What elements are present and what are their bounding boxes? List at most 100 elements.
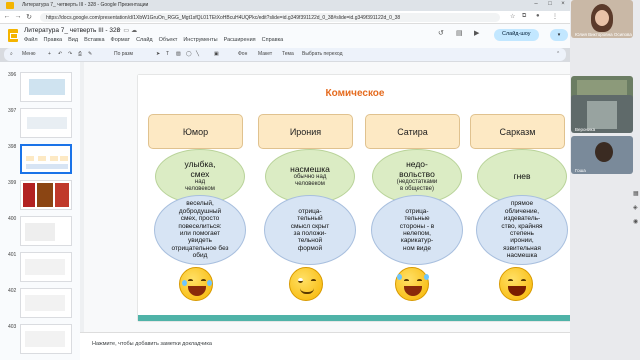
forward-icon[interactable]: → — [13, 13, 23, 20]
filmstrip-item[interactable]: 403 — [0, 322, 80, 358]
search-icon[interactable]: ⌕ — [10, 51, 13, 57]
slide-thumbnail[interactable] — [20, 252, 72, 282]
participant-tile[interactable]: Вероника — [571, 95, 633, 133]
print-icon[interactable]: ⎙ — [78, 51, 82, 57]
cloud-icon[interactable]: ☁ — [131, 28, 139, 34]
text-box-icon[interactable]: T — [166, 51, 169, 57]
slide-thumbnail[interactable] — [20, 288, 72, 318]
undo-icon[interactable]: ↶ — [58, 51, 62, 57]
menu-file[interactable]: Файл — [24, 37, 38, 43]
filmstrip-item[interactable]: 399 — [0, 178, 80, 214]
url-field[interactable]: https://docs.google.com/presentation/d/1… — [40, 13, 500, 22]
menu-slide[interactable]: Слайд — [136, 37, 153, 43]
green-ellipse-main-text: гнев — [513, 170, 531, 181]
doc-title-icons: ☆▭☁ — [116, 27, 139, 34]
rofl-emoji-icon[interactable] — [395, 267, 429, 301]
category-box-sarcasm[interactable]: Сарказм — [470, 114, 565, 149]
history-icon[interactable]: ↺ — [438, 29, 444, 37]
background-button[interactable]: Фон — [238, 51, 247, 57]
slide-number: 400 — [8, 216, 17, 222]
docs-header: Литература 7_ четверть III - 328 ☆▭☁ Фай… — [0, 24, 570, 48]
green-ellipse-main-text: насмешка — [290, 163, 330, 174]
slide-canvas[interactable]: Комическое Юмор улыбка, смех над человек… — [138, 75, 572, 321]
speaker-notes-placeholder[interactable]: Нажмите, чтобы добавить заметки докладчи… — [92, 341, 212, 347]
redo-icon[interactable]: ↷ — [68, 51, 72, 57]
menu-format[interactable]: Формат — [111, 37, 131, 43]
add-slide-icon[interactable]: + — [48, 51, 51, 57]
slide-title[interactable]: Комическое — [138, 88, 572, 99]
participant-name: Юлия Викторовна Осипова — [575, 32, 632, 37]
menu-extensions[interactable]: Расширения — [224, 37, 256, 43]
zoom-dropdown[interactable]: По разм — [114, 51, 133, 57]
tab-title[interactable]: Литература 7_ четверть III - 328 - Googl… — [22, 2, 148, 8]
category-box-humor[interactable]: Юмор — [148, 114, 243, 149]
meet-icon[interactable]: ▶ — [474, 29, 479, 37]
layout-button[interactable]: Макет — [258, 51, 272, 57]
comments-icon[interactable]: ▤ — [456, 29, 463, 37]
slide-thumbnail[interactable] — [20, 324, 72, 354]
paint-format-icon[interactable]: ✎ — [88, 51, 92, 57]
slide-number: 396 — [8, 72, 17, 78]
extensions-icon[interactable]: ⧉ — [522, 13, 526, 20]
menu-view[interactable]: Вид — [68, 37, 78, 43]
filmstrip-item[interactable]: 397 — [0, 106, 80, 142]
slides-logo-icon[interactable] — [8, 29, 18, 42]
laughing-tears-emoji-icon[interactable] — [179, 267, 213, 301]
menu-object[interactable]: Объект — [159, 37, 178, 43]
toolbar: ⌕ Меню + ↶ ↷ ⎙ ✎ По разм ➤ T ▨ ◯ ╲ ▣ Фон… — [4, 48, 566, 61]
side-keep-icon[interactable]: ◈ — [633, 204, 638, 211]
winking-emoji-icon[interactable] — [289, 267, 323, 301]
menu-edit[interactable]: Правка — [44, 37, 63, 43]
share-dropdown-button[interactable]: ▾ — [550, 29, 568, 41]
category-box-satire[interactable]: Сатира — [365, 114, 460, 149]
image-icon[interactable]: ▨ — [176, 51, 181, 57]
menu-bar: Файл Правка Вид Вставка Формат Слайд Объ… — [24, 37, 283, 43]
filmstrip-item[interactable]: 396 — [0, 70, 80, 106]
folder-icon[interactable]: ▭ — [123, 28, 131, 34]
participant-tile[interactable]: Юлия Викторовна Осипова — [571, 0, 633, 38]
comment-icon[interactable]: ▣ — [214, 51, 219, 57]
browser-tab-bar: Литература 7_ четверть III - 328 - Googl… — [0, 0, 570, 11]
slide-thumbnail[interactable] — [20, 108, 72, 138]
theme-button[interactable]: Тема — [282, 51, 294, 57]
line-icon[interactable]: ╲ — [196, 51, 199, 57]
slide-number: 399 — [8, 180, 17, 186]
profile-icon[interactable]: ● — [536, 13, 540, 19]
speaker-notes[interactable]: Нажмите, чтобы добавить заметки докладчи… — [80, 332, 570, 360]
menu-tools[interactable]: Инструменты — [183, 37, 217, 43]
category-box-irony[interactable]: Ирония — [258, 114, 353, 149]
star-icon[interactable]: ☆ — [510, 13, 515, 20]
slide-thumbnail[interactable] — [20, 216, 72, 246]
filmstrip-item[interactable]: 401 — [0, 250, 80, 286]
side-tasks-icon[interactable]: ◉ — [633, 218, 638, 225]
slide-thumbnail[interactable] — [20, 180, 72, 210]
green-ellipse-sub-text: (недостатками в обществе) — [396, 179, 438, 193]
filmstrip-item[interactable]: 400 — [0, 214, 80, 250]
filmstrip-item[interactable]: 398 — [0, 142, 80, 178]
back-icon[interactable]: ← — [2, 13, 12, 20]
close-icon[interactable]: × — [557, 1, 569, 7]
slide-thumbnail-active[interactable] — [20, 144, 72, 174]
reload-icon[interactable]: ↻ — [24, 13, 34, 21]
transition-button[interactable]: Выбрать переход — [302, 51, 343, 57]
document-title[interactable]: Литература 7_ четверть III - 328 — [24, 27, 120, 34]
browser-menu-icon[interactable]: ⋮ — [552, 13, 558, 20]
shape-icon[interactable]: ◯ — [186, 51, 192, 57]
minimize-icon[interactable]: – — [530, 1, 542, 7]
slideshow-button[interactable]: Слайд-шоу — [494, 29, 539, 41]
menu-help[interactable]: Справка — [262, 37, 284, 43]
filmstrip-item[interactable]: 402 — [0, 286, 80, 322]
slide-thumbnail[interactable] — [20, 72, 72, 102]
grinning-squint-emoji-icon[interactable] — [499, 267, 533, 301]
menu-insert[interactable]: Вставка — [84, 37, 104, 43]
blue-ellipse-satire[interactable]: отрица- тельные стороны - в нелепом, кар… — [371, 195, 463, 265]
side-calendar-icon[interactable]: ▦ — [633, 190, 639, 197]
blue-ellipse-humor[interactable]: веселый, добродушный смех, просто повесе… — [154, 195, 246, 265]
select-tool-icon[interactable]: ➤ — [156, 51, 160, 57]
participant-tile[interactable]: Гоша — [571, 136, 633, 174]
maximize-icon[interactable]: □ — [544, 1, 556, 7]
collapse-toolbar-icon[interactable]: ⌃ — [556, 51, 560, 57]
blue-ellipse-sarcasm[interactable]: прямое обличение, издеватель- ство, край… — [476, 195, 568, 265]
blue-ellipse-irony[interactable]: отрица- тельный смысл скрыт за положи- т… — [264, 195, 356, 265]
menu-search-label[interactable]: Меню — [22, 51, 36, 57]
